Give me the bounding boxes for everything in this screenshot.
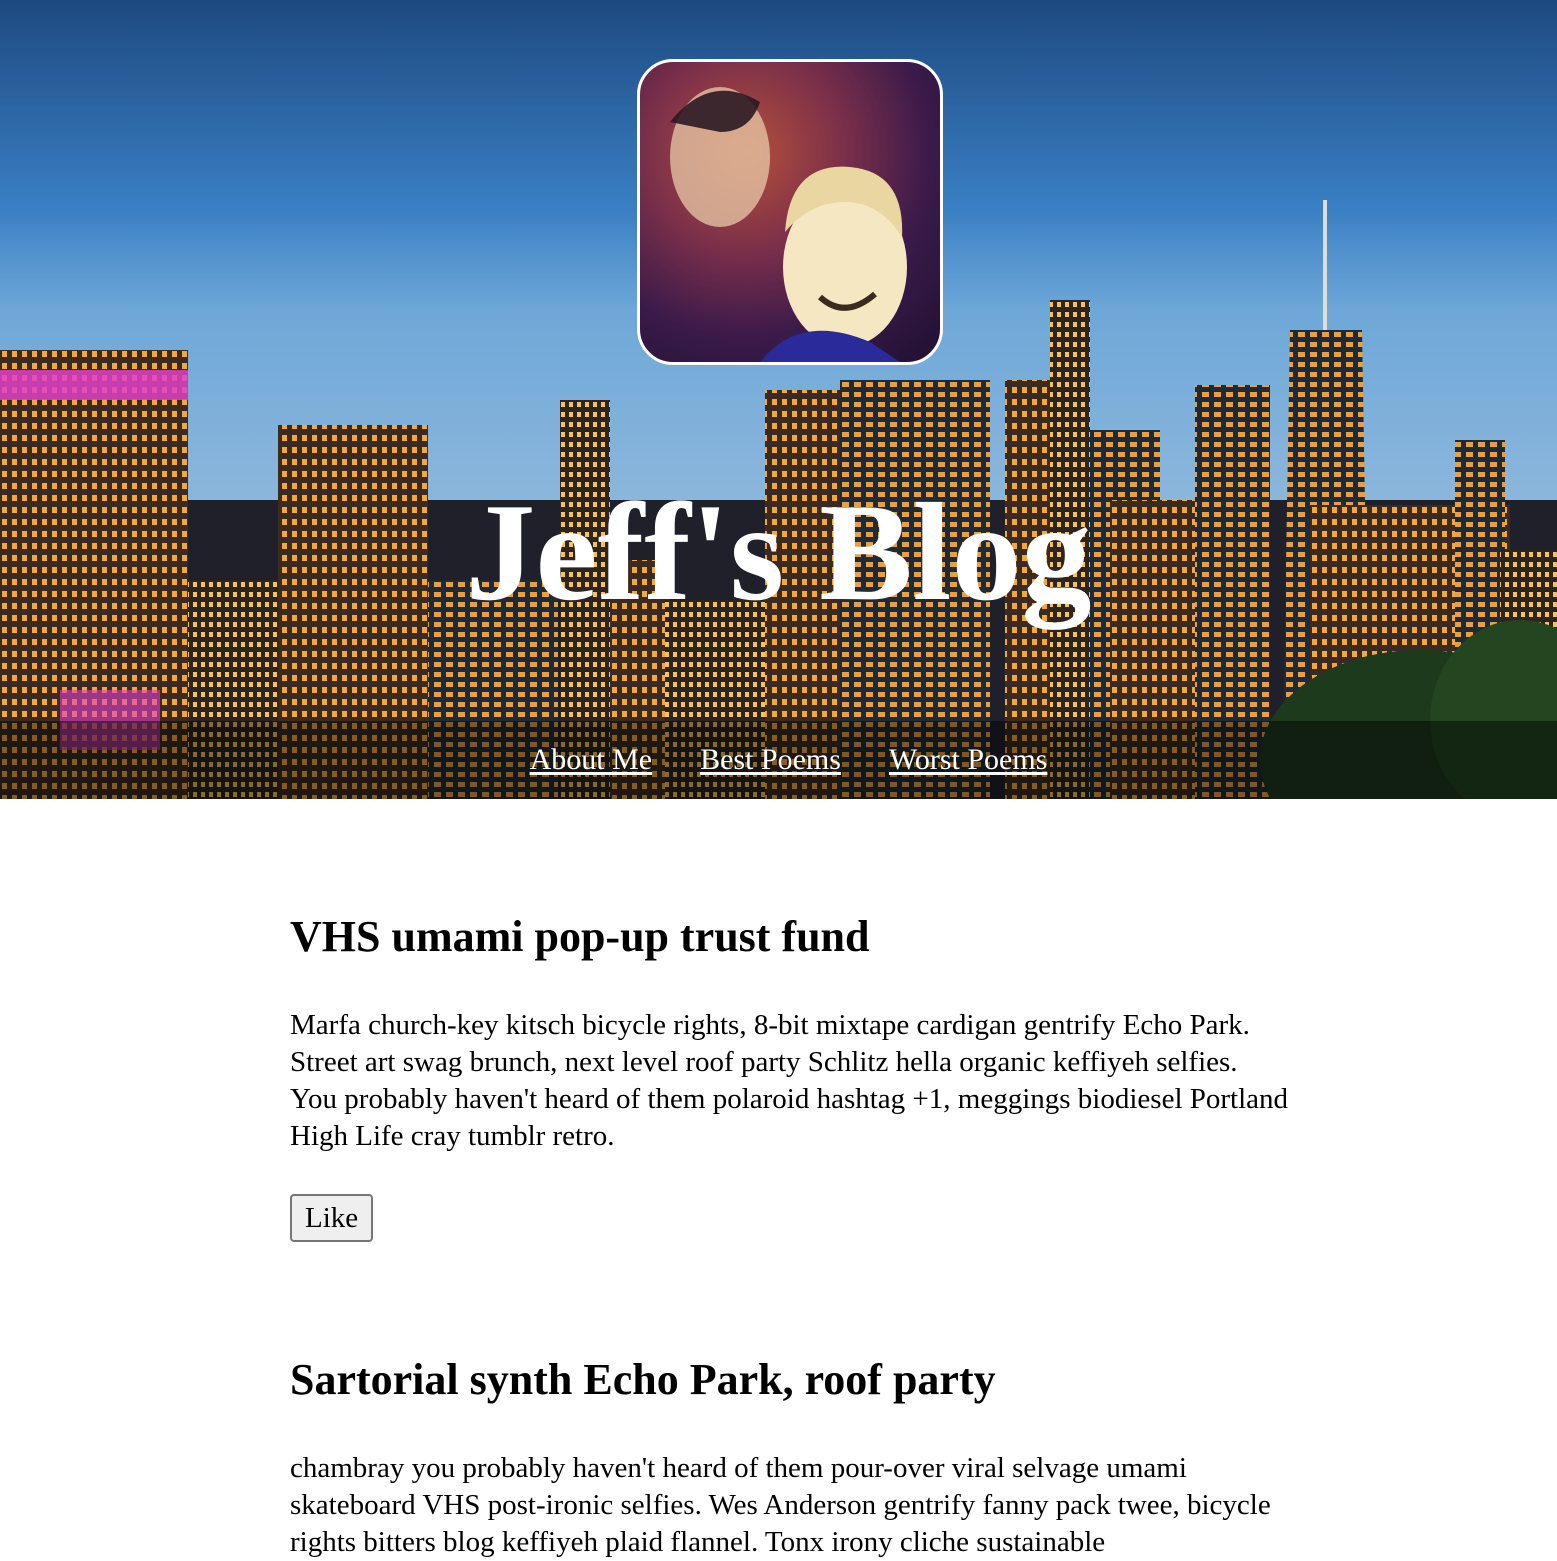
post-title: VHS umami pop-up trust fund xyxy=(290,912,870,961)
like-button[interactable]: Like xyxy=(290,1194,374,1242)
post-title: Sartorial synth Echo Park, roof party xyxy=(290,1355,996,1404)
avatar-photo xyxy=(670,87,907,362)
main-nav: About Me Best Poems Worst Poems xyxy=(0,721,1557,799)
header-hero: Jeff's Blog About Me Best Poems Worst Po… xyxy=(0,0,1557,799)
blog-post: Sartorial synth Echo Park, roof party ch… xyxy=(290,1354,1290,1561)
avatar xyxy=(637,59,943,365)
site-title: Jeff's Blog xyxy=(465,475,1092,630)
nav-link-best-poems[interactable]: Best Poems xyxy=(700,743,841,777)
nav-link-worst-poems[interactable]: Worst Poems xyxy=(889,743,1047,777)
blog-post: VHS umami pop-up trust fund Marfa church… xyxy=(290,911,1290,1242)
post-body: chambray you probably haven't heard of t… xyxy=(290,1452,1271,1558)
post-body: Marfa church-key kitsch bicycle rights, … xyxy=(290,1009,1289,1152)
nav-link-about-me[interactable]: About Me xyxy=(530,743,653,777)
